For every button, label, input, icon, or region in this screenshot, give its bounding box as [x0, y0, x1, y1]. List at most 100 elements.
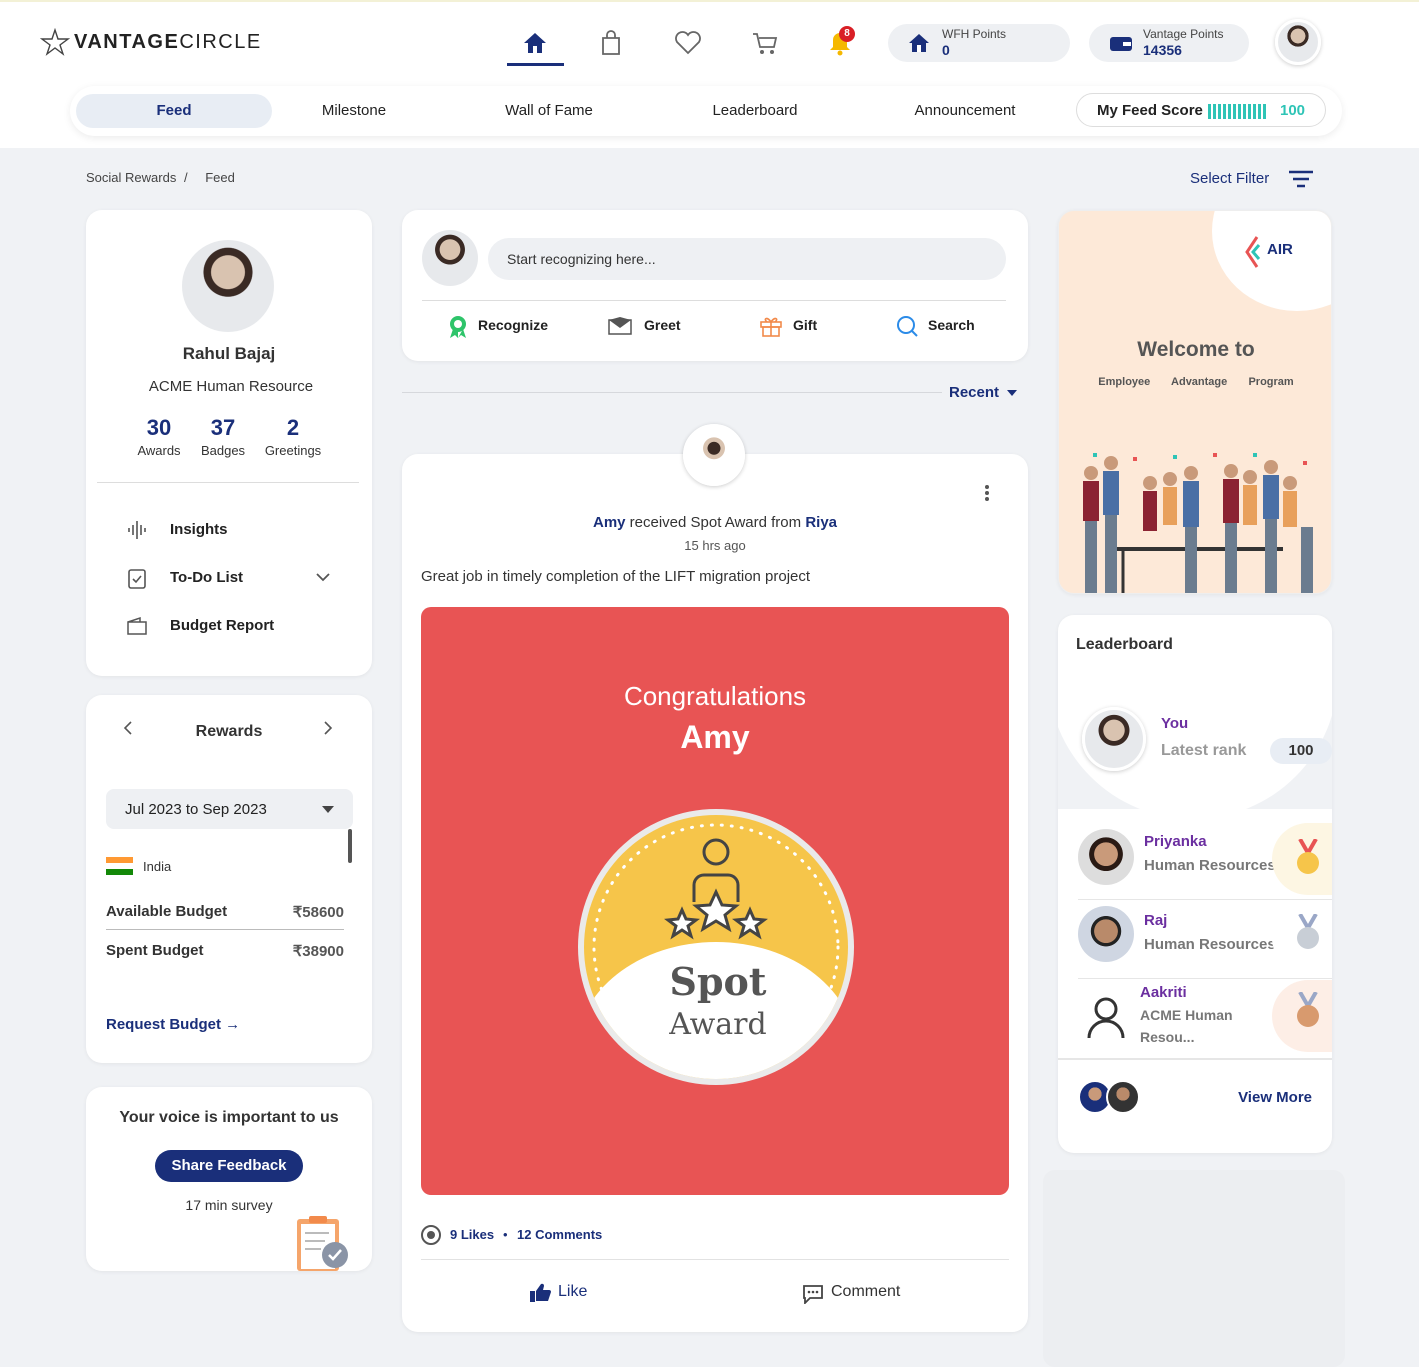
feed-score-label: My Feed Score — [1097, 102, 1203, 119]
logo-text-bold: VANTAGE — [74, 30, 180, 53]
comments-count[interactable]: 12 Comments — [517, 1227, 602, 1242]
tab-milestone[interactable]: Milestone — [284, 94, 424, 128]
bronze-medal-bg — [1272, 980, 1332, 1052]
like-button[interactable]: Like — [529, 1283, 588, 1302]
tab-wall-of-fame[interactable]: Wall of Fame — [474, 94, 624, 128]
you-avatar[interactable] — [1082, 707, 1146, 771]
profile-company: ACME Human Resource — [148, 378, 314, 395]
comment-label: Comment — [831, 1283, 901, 1300]
vantage-points-pill[interactable]: Vantage Points 14356 — [1089, 24, 1249, 62]
promo-word-2: Advantage — [1171, 376, 1228, 388]
post-actions-divider — [421, 1259, 1009, 1260]
post-time: 15 hrs ago — [684, 538, 746, 553]
caret-down-icon — [1007, 390, 1018, 397]
likes-count[interactable]: 9 Likes — [450, 1227, 494, 1242]
spent-budget-label: Spent Budget — [106, 942, 204, 959]
period-select[interactable]: Jul 2023 to Sep 2023 — [106, 789, 353, 829]
home-nav[interactable] — [518, 26, 552, 60]
wfh-points-pill[interactable]: WFH Points 0 — [888, 24, 1070, 62]
wfh-points-value: 0 — [942, 42, 950, 58]
available-budget-label: Available Budget — [106, 903, 228, 920]
feedback-card: Your voice is important to us Share Feed… — [86, 1087, 372, 1271]
search-label: Search — [928, 317, 975, 333]
leaderboard-entry-dept: Human Resources — [1144, 857, 1276, 874]
logo[interactable]: VANTAGECIRCLE — [40, 28, 262, 56]
share-feedback-button[interactable]: Share Feedback — [155, 1150, 303, 1182]
spot-award-badge — [578, 809, 854, 1085]
vantage-points-label: Vantage Points — [1143, 27, 1224, 41]
banner-name: Amy — [680, 719, 750, 755]
greet-label: Greet — [644, 317, 681, 333]
stat-badges[interactable]: 37 Badges — [192, 415, 254, 458]
bronze-medal-icon — [1297, 992, 1319, 1027]
request-budget-link[interactable]: Request Budget → — [106, 1016, 240, 1033]
home-icon — [524, 33, 546, 53]
celebration-illustration — [1083, 453, 1313, 593]
sort-dropdown[interactable]: Recent — [949, 384, 1018, 401]
notifications-nav[interactable]: 8 — [823, 26, 857, 60]
leaderboard-entry[interactable]: Priyanka Human Resources — [1078, 823, 1332, 895]
badge-line-1: Spot — [669, 959, 767, 1004]
recognize-button[interactable]: Recognize — [447, 316, 548, 338]
menu-insights-label: Insights — [170, 521, 228, 538]
promo-subtitle: Employee Advantage Program — [1059, 376, 1331, 388]
sort-label: Recent — [949, 384, 1000, 401]
air-logo-icon — [1245, 236, 1261, 268]
feed-score[interactable]: My Feed Score 100 — [1076, 93, 1326, 127]
profile-avatar[interactable] — [182, 240, 274, 332]
greet-button[interactable]: Greet — [608, 317, 681, 335]
stat-greetings[interactable]: 2 Greetings — [258, 415, 328, 458]
tab-announcement[interactable]: Announcement — [885, 94, 1045, 128]
tab-leaderboard[interactable]: Leaderboard — [680, 94, 830, 128]
chevron-down-icon[interactable] — [316, 572, 330, 582]
vantage-points-value: 14356 — [1143, 42, 1182, 58]
tab-feed[interactable]: Feed — [76, 94, 272, 128]
post-recipient-avatar[interactable] — [683, 424, 745, 486]
promo-word-1: Employee — [1098, 376, 1151, 388]
promo-card[interactable]: AIR Welcome to Employee Advantage Progra… — [1058, 210, 1332, 594]
gift-button[interactable]: Gift — [759, 317, 817, 337]
chevron-right-icon[interactable] — [322, 720, 334, 736]
notification-badge: 8 — [839, 26, 855, 42]
rank-label: Latest rank — [1161, 742, 1247, 759]
composer-divider — [422, 300, 1006, 301]
wishlist-nav[interactable] — [671, 26, 705, 60]
promo-title: Welcome to — [1137, 338, 1255, 361]
feed-score-bars — [1208, 104, 1266, 119]
leaderboard-title: Leaderboard — [1076, 636, 1173, 653]
comment-button[interactable]: Comment — [802, 1283, 901, 1304]
rank-value: 100 — [1270, 738, 1332, 764]
award-banner: Congratulations Amy Spot Award — [421, 607, 1009, 1195]
breadcrumb-root[interactable]: Social Rewards — [86, 170, 176, 185]
stats-separator: • — [503, 1227, 508, 1242]
filter-icon — [1289, 170, 1313, 188]
recognize-input-placeholder: Start recognizing here... — [507, 251, 656, 267]
spent-budget-value: ₹38900 — [292, 943, 344, 960]
award-ribbon-icon — [450, 316, 466, 338]
gold-medal-bg — [1272, 823, 1332, 895]
top-header: VANTAGECIRCLE 8 WFH Points 0 Vantage Poi… — [0, 0, 1419, 148]
like-label: Like — [558, 1283, 588, 1300]
leaderboard-entry[interactable]: Raj Human Resources — [1078, 902, 1332, 974]
leaderboard-entry[interactable]: Aakriti ACME Human Resou... — [1078, 980, 1332, 1060]
more-options-icon[interactable] — [984, 484, 990, 502]
caret-down-icon — [322, 806, 334, 813]
budget-divider — [106, 929, 344, 930]
heart-icon — [675, 31, 701, 55]
post-sender[interactable]: Riya — [805, 514, 837, 531]
survey-duration: 17 min survey — [185, 1197, 273, 1213]
user-avatar[interactable] — [1275, 19, 1321, 65]
scrollbar[interactable] — [348, 829, 352, 863]
search-button[interactable]: Search — [896, 316, 975, 337]
recognize-input[interactable]: Start recognizing here... — [488, 238, 1006, 280]
you-label: You — [1161, 715, 1189, 732]
stat-awards[interactable]: 30 Awards — [128, 415, 190, 458]
post-recipient[interactable]: Amy — [593, 514, 626, 531]
view-more-link[interactable]: View More — [1230, 1089, 1312, 1106]
store-nav[interactable] — [594, 26, 628, 60]
cart-nav[interactable] — [748, 26, 782, 60]
profile-card: Rahul Bajaj ACME Human Resource 30 Award… — [86, 210, 372, 676]
select-filter[interactable]: Select Filter — [1190, 170, 1313, 188]
profile-name: Rahul Bajaj — [182, 344, 276, 363]
country-label: India — [143, 859, 172, 874]
